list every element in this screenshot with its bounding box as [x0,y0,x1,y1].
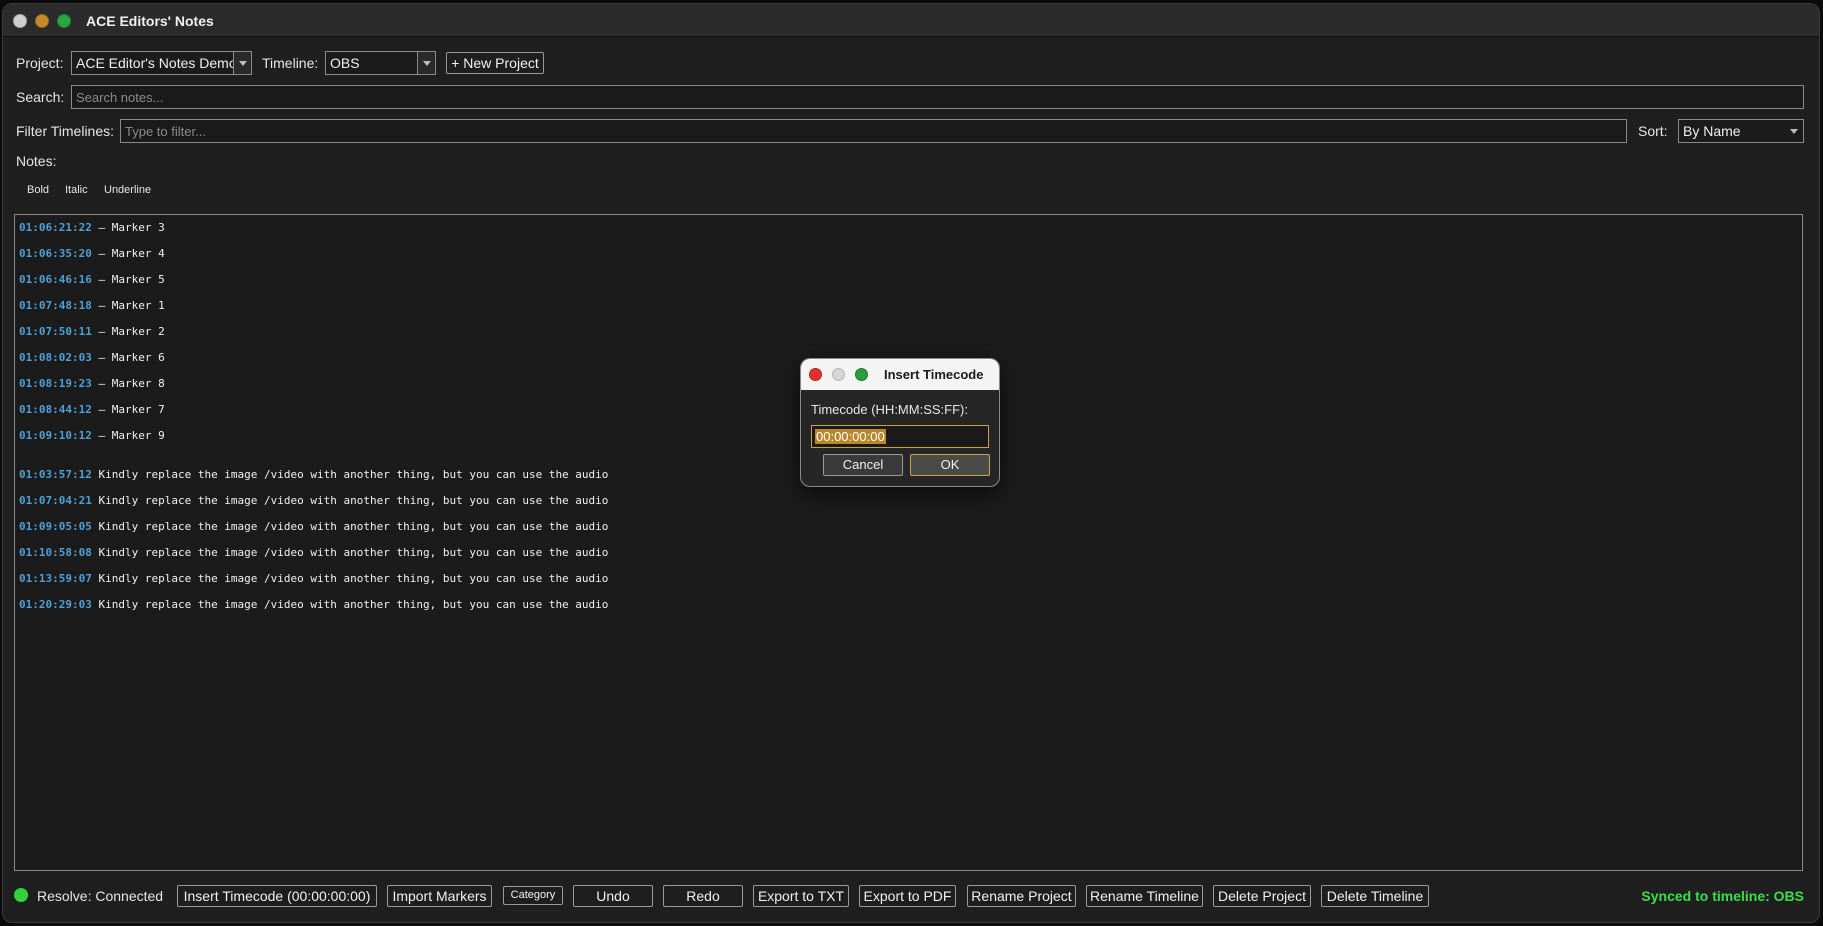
note-text: – Marker 5 [91,273,165,286]
timecode-link[interactable]: 01:09:05:05 [19,520,92,533]
timeline-select-value: OBS [330,55,360,71]
category-select[interactable]: Category [503,886,563,905]
timecode-link[interactable]: 01:10:58:08 [19,546,92,559]
list-item: 01:06:21:22 – Marker 3 [19,221,165,234]
undo-button[interactable]: Undo [573,885,653,907]
timecode-link[interactable]: 01:08:19:23 [19,377,92,390]
timecode-link[interactable]: 01:13:59:07 [19,572,92,585]
chevron-down-icon [1785,120,1803,142]
rename-timeline-button[interactable]: Rename Timeline [1086,885,1203,907]
dialog-title-bar[interactable]: Insert Timecode [801,359,999,390]
timecode-input[interactable]: 00:00:00:00 [811,425,989,448]
close-window-button[interactable] [13,14,27,28]
note-text: – Marker 8 [91,377,165,390]
note-text: Kindly replace the image /video with ano… [91,468,609,481]
dialog-close-button[interactable] [809,368,822,381]
search-input[interactable] [71,85,1804,109]
timecode-link[interactable]: 01:20:29:03 [19,598,92,611]
resolve-status: Resolve: Connected [37,888,164,904]
list-item: 01:07:48:18 – Marker 1 [19,299,165,312]
list-item: 01:06:46:16 – Marker 5 [19,273,165,286]
cancel-button[interactable]: Cancel [823,454,903,476]
list-item: 01:06:35:20 – Marker 4 [19,247,165,260]
note-text: – Marker 7 [91,403,165,416]
list-item: 01:09:05:05 Kindly replace the image /vi… [19,520,608,533]
delete-timeline-button[interactable]: Delete Timeline [1321,885,1429,907]
underline-button[interactable]: Underline [104,184,151,196]
dialog-minimize-button [832,368,845,381]
connection-status-icon [14,888,28,902]
list-item: 01:08:44:12 – Marker 7 [19,403,165,416]
timecode-link[interactable]: 01:08:02:03 [19,351,92,364]
sync-status: Synced to timeline: OBS [1641,888,1804,904]
filter-timelines-input[interactable] [120,119,1627,143]
timecode-link[interactable]: 01:06:21:22 [19,221,92,234]
note-text: Kindly replace the image /video with ano… [91,572,609,585]
bold-button[interactable]: Bold [27,184,49,196]
timecode-link[interactable]: 01:07:04:21 [19,494,92,507]
project-label: Project: [16,55,64,71]
timecode-input-value: 00:00:00:00 [815,429,886,444]
timecode-link[interactable]: 01:03:57:12 [19,468,92,481]
timecode-field-label: Timecode (HH:MM:SS:FF): [811,402,968,417]
list-item: 01:08:02:03 – Marker 6 [19,351,165,364]
window-title: ACE Editors' Notes [86,13,214,29]
timecode-link[interactable]: 01:06:46:16 [19,273,92,286]
maximize-window-button[interactable] [57,14,71,28]
notes-editor[interactable]: 01:06:21:22 – Marker 3 01:06:35:20 – Mar… [14,214,1803,871]
list-item: 01:09:10:12 – Marker 9 [19,429,165,442]
list-item: 01:07:04:21 Kindly replace the image /vi… [19,494,608,507]
title-bar[interactable]: ACE Editors' Notes [3,4,1819,37]
note-text: – Marker 1 [91,299,165,312]
chevron-down-icon [417,52,435,74]
minimize-window-button[interactable] [35,14,49,28]
filter-timelines-label: Filter Timelines: [16,123,115,139]
note-text: Kindly replace the image /video with ano… [91,494,609,507]
project-select[interactable]: ACE Editor's Notes Demo [71,51,252,75]
note-text: – Marker 3 [91,221,165,234]
list-item: 01:20:29:03 Kindly replace the image /vi… [19,598,608,611]
timeline-label: Timeline: [262,55,319,71]
timeline-select[interactable]: OBS [325,51,436,75]
italic-button[interactable]: Italic [65,184,88,196]
new-project-button[interactable]: + New Project [446,52,544,74]
list-item: 01:13:59:07 Kindly replace the image /vi… [19,572,608,585]
project-select-value: ACE Editor's Notes Demo [76,55,237,71]
list-item: 01:07:50:11 – Marker 2 [19,325,165,338]
note-text: – Marker 4 [91,247,165,260]
list-item: 01:08:19:23 – Marker 8 [19,377,165,390]
note-text: – Marker 2 [91,325,165,338]
list-item: 01:03:57:12 Kindly replace the image /vi… [19,468,608,481]
timecode-link[interactable]: 01:08:44:12 [19,403,92,416]
insert-timecode-dialog: Insert Timecode Timecode (HH:MM:SS:FF): … [800,358,1000,487]
redo-button[interactable]: Redo [663,885,743,907]
list-item: 01:10:58:08 Kindly replace the image /vi… [19,546,608,559]
note-text: Kindly replace the image /video with ano… [91,546,609,559]
timecode-link[interactable]: 01:07:48:18 [19,299,92,312]
timecode-link[interactable]: 01:06:35:20 [19,247,92,260]
search-label: Search: [16,89,65,105]
note-text: Kindly replace the image /video with ano… [91,520,609,533]
sort-select-value: By Name [1683,123,1741,139]
note-text: Kindly replace the image /video with ano… [91,598,609,611]
note-text: – Marker 9 [91,429,165,442]
notes-label: Notes: [16,153,57,169]
timecode-link[interactable]: 01:07:50:11 [19,325,92,338]
timecode-link[interactable]: 01:09:10:12 [19,429,92,442]
delete-project-button[interactable]: Delete Project [1213,885,1311,907]
export-txt-button[interactable]: Export to TXT [753,885,849,907]
import-markers-button[interactable]: Import Markers [387,885,492,907]
ok-button[interactable]: OK [910,454,990,476]
rename-project-button[interactable]: Rename Project [967,885,1076,907]
insert-timecode-button[interactable]: Insert Timecode (00:00:00:00) [177,885,377,907]
dialog-maximize-button[interactable] [855,368,868,381]
dialog-title: Insert Timecode [884,367,984,382]
sort-select[interactable]: By Name [1678,119,1804,143]
export-pdf-button[interactable]: Export to PDF [859,885,956,907]
sort-label: Sort: [1638,123,1668,139]
chevron-down-icon [233,52,251,74]
note-text: – Marker 6 [91,351,165,364]
